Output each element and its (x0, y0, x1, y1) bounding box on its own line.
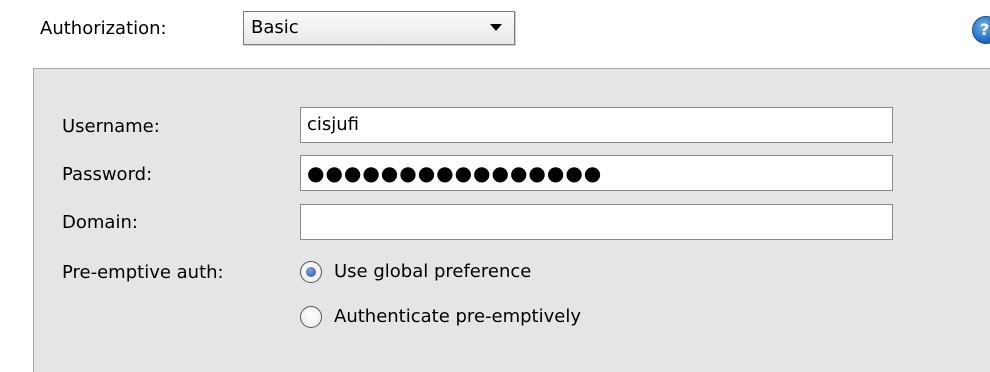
radio-selected-dot (306, 267, 316, 277)
help-icon[interactable]: ? (972, 16, 990, 44)
radio-label[interactable]: Authenticate pre-emptively (334, 306, 581, 328)
domain-label: Domain: (62, 212, 138, 233)
radio-button[interactable] (300, 306, 322, 328)
password-field[interactable]: ●●●●●●●●●●●●●●●● (300, 155, 893, 191)
username-label: Username: (62, 116, 160, 137)
dropdown-arrow-icon (490, 24, 502, 31)
radio-label[interactable]: Use global preference (334, 261, 531, 283)
password-label: Password: (62, 164, 153, 185)
radio-button[interactable] (300, 261, 322, 283)
authorization-selected-value: Basic (251, 17, 299, 38)
authorization-settings: Authorization: Basic ? Username: cisjufi… (0, 0, 990, 372)
domain-field[interactable] (300, 204, 893, 240)
preemptive-auth-label: Pre-emptive auth: (62, 262, 224, 283)
authorization-select[interactable]: Basic (243, 11, 515, 45)
authorization-label: Authorization: (40, 18, 167, 39)
username-field[interactable]: cisjufi (300, 107, 893, 143)
